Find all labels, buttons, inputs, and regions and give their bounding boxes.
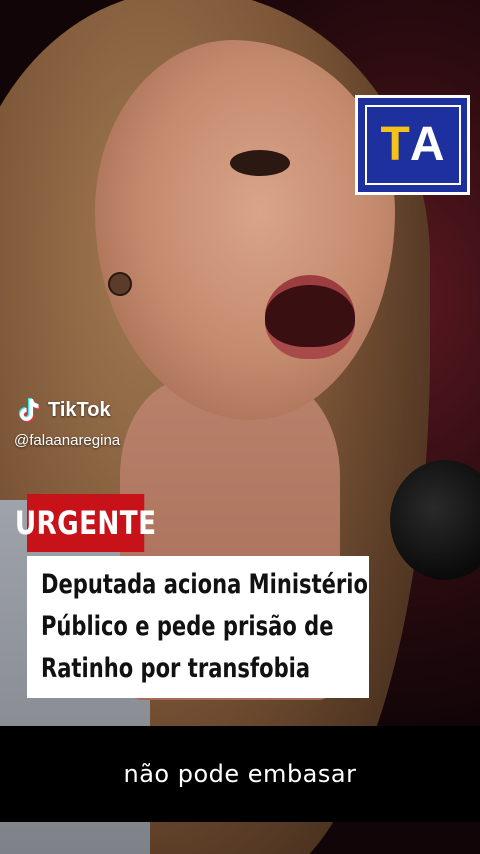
tiktok-watermark: TikTok [14,396,111,424]
speaker-eye [230,150,290,176]
logo-letter-a: A [409,118,445,171]
subtitle-text: não pode embasar [123,760,357,788]
tiktok-note-icon [19,398,40,422]
headline-box: Deputada aciona Ministério Público e ped… [27,556,369,698]
earring [108,272,132,296]
video-frame[interactable]: TA TikTok @falaanaregina URGENTE Deputad… [0,0,480,854]
tiktok-username: @falaanaregina [14,432,121,449]
channel-logo-inner: TA [364,105,461,185]
headline-line: Ratinho por transfobia [41,653,311,684]
headline-line: Deputada aciona Ministério [41,569,369,600]
speaker-mouth [265,275,355,359]
tiktok-brand-label: TikTok [48,398,111,421]
headline-line: Público e pede prisão de [41,611,334,642]
urgent-tag: URGENTE [15,494,156,552]
logo-letter-t: T [380,118,410,171]
channel-logo: TA [355,95,470,195]
subtitle-bar: não pode embasar [0,726,480,822]
